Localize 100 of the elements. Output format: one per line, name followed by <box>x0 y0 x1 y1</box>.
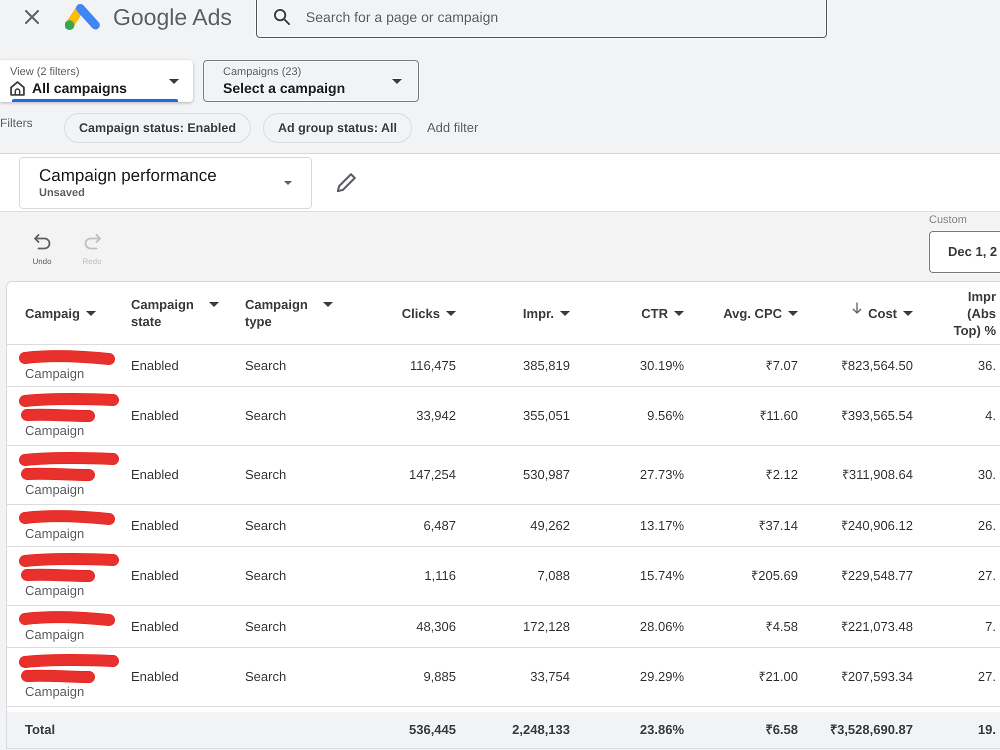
table-cell: Campaign <box>25 626 84 642</box>
table-cell: 33,942 <box>416 408 456 424</box>
total-cell-text: 2,248,133 <box>512 721 570 740</box>
arrow-down-icon <box>852 302 862 314</box>
table-cell: Campaign <box>25 366 84 382</box>
table-cell: 49,262 <box>530 518 570 534</box>
table-cell: 4. <box>985 408 996 424</box>
table-cell: Search <box>245 568 286 584</box>
table-cell: ₹21.00 <box>758 669 798 685</box>
table-cell: 30.19% <box>640 358 684 374</box>
table-cell: 15.74% <box>640 568 684 584</box>
app-title: Google Ads <box>113 3 232 31</box>
table-cell: 48,306 <box>416 618 456 634</box>
total-cell-text: 19. <box>978 721 996 740</box>
total-cell-text: 536,445 <box>409 721 456 740</box>
table-cell: Enabled <box>131 358 179 374</box>
table-cell: 26. <box>978 518 996 534</box>
column-header[interactable]: CTR <box>641 304 684 322</box>
campaign-dropdown[interactable]: Campaigns (23) Select a campaign <box>203 60 419 102</box>
caret-icon <box>86 310 96 316</box>
caret-icon <box>323 302 333 307</box>
table-cell: Enabled <box>131 408 179 424</box>
table-cell: 116,475 <box>410 358 456 374</box>
table-cell: Enabled <box>131 467 179 483</box>
caret-icon <box>284 180 292 184</box>
caret-icon <box>209 302 219 307</box>
undo-button[interactable]: Undo <box>28 234 56 267</box>
table-cell: ₹229,548.77 <box>840 568 913 584</box>
caret-icon <box>392 78 402 84</box>
add-filter-link[interactable]: Add filter <box>426 118 478 138</box>
column-header[interactable]: Campaig <box>25 304 96 322</box>
table-cell: 9.56% <box>647 408 684 424</box>
table-cell: 7,088 <box>537 568 570 584</box>
table-cell: 13.17% <box>640 518 684 534</box>
table-cell: Campaign <box>25 583 84 599</box>
search-icon <box>274 9 290 25</box>
search-field[interactable]: Search for a page or campaign <box>256 0 827 38</box>
report-dropdown[interactable]: Campaign performance Unsaved <box>19 156 312 208</box>
table-cell: 385,819 <box>523 358 570 374</box>
total-cell-text: ₹6.58 <box>766 721 798 740</box>
caret-icon <box>788 310 798 316</box>
caret-icon <box>674 310 684 316</box>
table-cell: ₹2.12 <box>766 467 798 483</box>
total-label: Total <box>25 721 56 740</box>
table-cell: 27. <box>978 669 996 685</box>
table-cell: ₹7.07 <box>766 358 798 374</box>
table-cell: Search <box>245 467 286 483</box>
column-header[interactable]: Clicks <box>402 304 456 322</box>
table-cell: 172,128 <box>523 618 570 634</box>
table-cell: ₹221,073.48 <box>840 618 913 634</box>
table-cell: ₹205.69 <box>751 568 798 584</box>
caret-icon <box>446 310 456 316</box>
column-header[interactable]: Avg. CPC <box>723 304 798 322</box>
filter-chip[interactable]: Campaign status: Enabled <box>64 113 251 143</box>
table-cell: 530,987 <box>523 467 570 483</box>
table-cell: 30. <box>978 467 996 483</box>
logo-icon <box>65 4 100 30</box>
filter-chip[interactable]: Ad group status: All <box>262 113 412 143</box>
column-header[interactable]: Impr (Abs Top) % <box>940 288 996 338</box>
table-cell: Campaign <box>25 482 84 498</box>
table-cell: Enabled <box>131 518 179 534</box>
redo-icon <box>84 234 100 250</box>
table-cell: 9,885 <box>423 669 456 685</box>
table-cell: ₹311,908.64 <box>842 467 913 483</box>
table-cell: ₹4.58 <box>766 618 798 634</box>
table-cell: ₹393,565.54 <box>840 408 913 424</box>
table-cell: Campaign <box>25 684 84 700</box>
date-range-label: Custom <box>929 214 968 227</box>
table-cell: 27. <box>978 568 996 584</box>
total-cell-text: ₹3,528,690.87 <box>830 721 913 740</box>
column-header[interactable]: Cost <box>852 304 913 322</box>
caret-icon <box>169 78 179 84</box>
table-cell: Search <box>245 408 286 424</box>
table-cell: Search <box>245 669 286 685</box>
table-cell: 1,116 <box>424 568 456 584</box>
table-cell: 36. <box>978 358 996 374</box>
undo-icon <box>34 234 50 250</box>
table-cell: Search <box>245 358 286 374</box>
column-header[interactable]: Campaign type <box>245 296 333 330</box>
column-header[interactable]: Impr. <box>522 304 570 322</box>
table-cell: Search <box>245 518 286 534</box>
table-cell: ₹823,564.50 <box>840 358 913 374</box>
date-range-button[interactable]: Dec 1, 2 <box>929 231 1000 273</box>
table-cell: 29.29% <box>640 669 684 685</box>
close-icon[interactable] <box>25 10 39 24</box>
table-cell: ₹37.14 <box>758 518 798 534</box>
table-cell: Campaign <box>25 423 84 439</box>
filters-label: Filters <box>0 116 34 130</box>
table-cell: Enabled <box>131 568 179 584</box>
table-cell: Enabled <box>131 618 179 634</box>
house-icon <box>10 81 25 96</box>
view-dropdown[interactable]: View (2 filters) All campaigns <box>0 60 193 102</box>
caret-icon <box>903 310 913 316</box>
table-cell: 33,754 <box>530 669 570 685</box>
table-cell: 355,051 <box>523 408 570 424</box>
column-header[interactable]: Campaign state <box>131 296 219 330</box>
total-cell-text: 23.86% <box>640 721 684 740</box>
table-cell: 28.06% <box>640 618 684 634</box>
pencil-icon[interactable] <box>336 172 356 192</box>
table-cell: ₹207,593.34 <box>840 669 913 685</box>
